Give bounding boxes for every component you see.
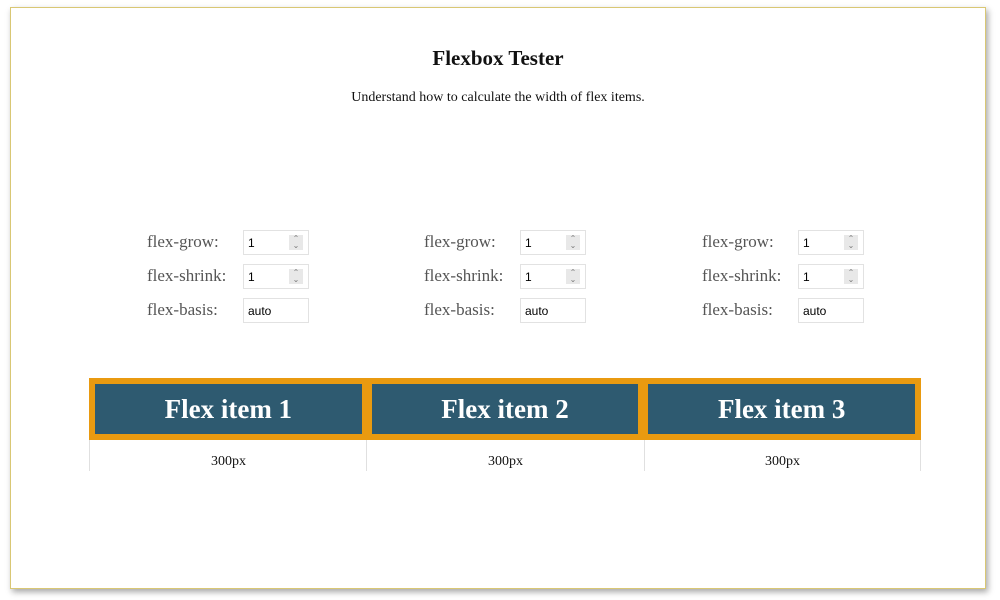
flex-basis-label: flex-basis: xyxy=(702,300,773,319)
flex-grow-value: 1 xyxy=(803,236,810,250)
width-label-1: 300px xyxy=(211,454,246,469)
width-measure-1: 300px xyxy=(89,440,367,471)
flex-grow-row: flex-grow: 1 ⌃ ⌄ xyxy=(147,230,317,264)
flex-grow-row: flex-grow: 1 ⌃ ⌄ xyxy=(424,230,594,264)
flex-shrink-value: 1 xyxy=(803,270,810,284)
flex-grow-input[interactable]: 1 ⌃ ⌄ xyxy=(520,230,586,255)
flex-shrink-input[interactable]: 1 ⌃ ⌄ xyxy=(243,264,309,289)
flex-basis-value: auto xyxy=(803,304,827,318)
flex-basis-input[interactable]: auto xyxy=(243,298,309,323)
flex-basis-row: flex-basis: auto xyxy=(702,298,872,332)
number-spinner-icon[interactable]: ⌃ ⌄ xyxy=(289,235,303,250)
controls-item-1: flex-grow: 1 ⌃ ⌄ flex-shrink: 1 ⌃ ⌄ flex-b… xyxy=(147,230,317,332)
flex-basis-value: auto xyxy=(248,304,272,318)
width-label-2: 300px xyxy=(488,454,523,469)
flex-basis-row: flex-basis: auto xyxy=(424,298,594,332)
flex-shrink-row: flex-shrink: 1 ⌃ ⌄ xyxy=(424,264,594,298)
flex-basis-input[interactable]: auto xyxy=(798,298,864,323)
flex-container: Flex item 1 Flex item 2 Flex item 3 xyxy=(89,378,921,440)
flex-grow-row: flex-grow: 1 ⌃ ⌄ xyxy=(702,230,872,264)
flex-grow-input[interactable]: 1 ⌃ ⌄ xyxy=(243,230,309,255)
width-measure-3: 300px xyxy=(644,440,921,471)
flex-grow-label: flex-grow: xyxy=(702,232,774,251)
flex-grow-label: flex-grow: xyxy=(147,232,219,251)
flex-item-3: Flex item 3 xyxy=(648,384,916,434)
flex-item-1: Flex item 1 xyxy=(95,384,362,434)
flex-grow-value: 1 xyxy=(525,236,532,250)
flex-shrink-input[interactable]: 1 ⌃ ⌄ xyxy=(798,264,864,289)
flex-basis-label: flex-basis: xyxy=(424,300,495,319)
flex-shrink-input[interactable]: 1 ⌃ ⌄ xyxy=(520,264,586,289)
flex-grow-value: 1 xyxy=(248,236,255,250)
flex-grow-label: flex-grow: xyxy=(424,232,496,251)
number-spinner-icon[interactable]: ⌃ ⌄ xyxy=(566,269,580,284)
flex-shrink-row: flex-shrink: 1 ⌃ ⌄ xyxy=(147,264,317,298)
flex-basis-value: auto xyxy=(525,304,549,318)
app-frame: Flexbox Tester Understand how to calcula… xyxy=(10,7,986,589)
flex-shrink-label: flex-shrink: xyxy=(147,266,227,285)
number-spinner-icon[interactable]: ⌃ ⌄ xyxy=(289,269,303,284)
number-spinner-icon[interactable]: ⌃ ⌄ xyxy=(844,235,858,250)
flex-grow-input[interactable]: 1 ⌃ ⌄ xyxy=(798,230,864,255)
flex-basis-input[interactable]: auto xyxy=(520,298,586,323)
flex-shrink-label: flex-shrink: xyxy=(424,266,504,285)
flex-shrink-row: flex-shrink: 1 ⌃ ⌄ xyxy=(702,264,872,298)
page-subtitle: Understand how to calculate the width of… xyxy=(351,90,645,105)
width-label-3: 300px xyxy=(765,454,800,469)
flex-shrink-label: flex-shrink: xyxy=(702,266,782,285)
width-measure-2: 300px xyxy=(366,440,644,471)
page-title: Flexbox Tester xyxy=(432,46,564,70)
flex-basis-label: flex-basis: xyxy=(147,300,218,319)
flex-shrink-value: 1 xyxy=(525,270,532,284)
controls-item-3: flex-grow: 1 ⌃ ⌄ flex-shrink: 1 ⌃ ⌄ flex-b… xyxy=(702,230,872,332)
controls-item-2: flex-grow: 1 ⌃ ⌄ flex-shrink: 1 ⌃ ⌄ flex-b… xyxy=(424,230,594,332)
flex-shrink-value: 1 xyxy=(248,270,255,284)
number-spinner-icon[interactable]: ⌃ ⌄ xyxy=(566,235,580,250)
flex-item-2: Flex item 2 xyxy=(371,384,639,434)
number-spinner-icon[interactable]: ⌃ ⌄ xyxy=(844,269,858,284)
flex-basis-row: flex-basis: auto xyxy=(147,298,317,332)
